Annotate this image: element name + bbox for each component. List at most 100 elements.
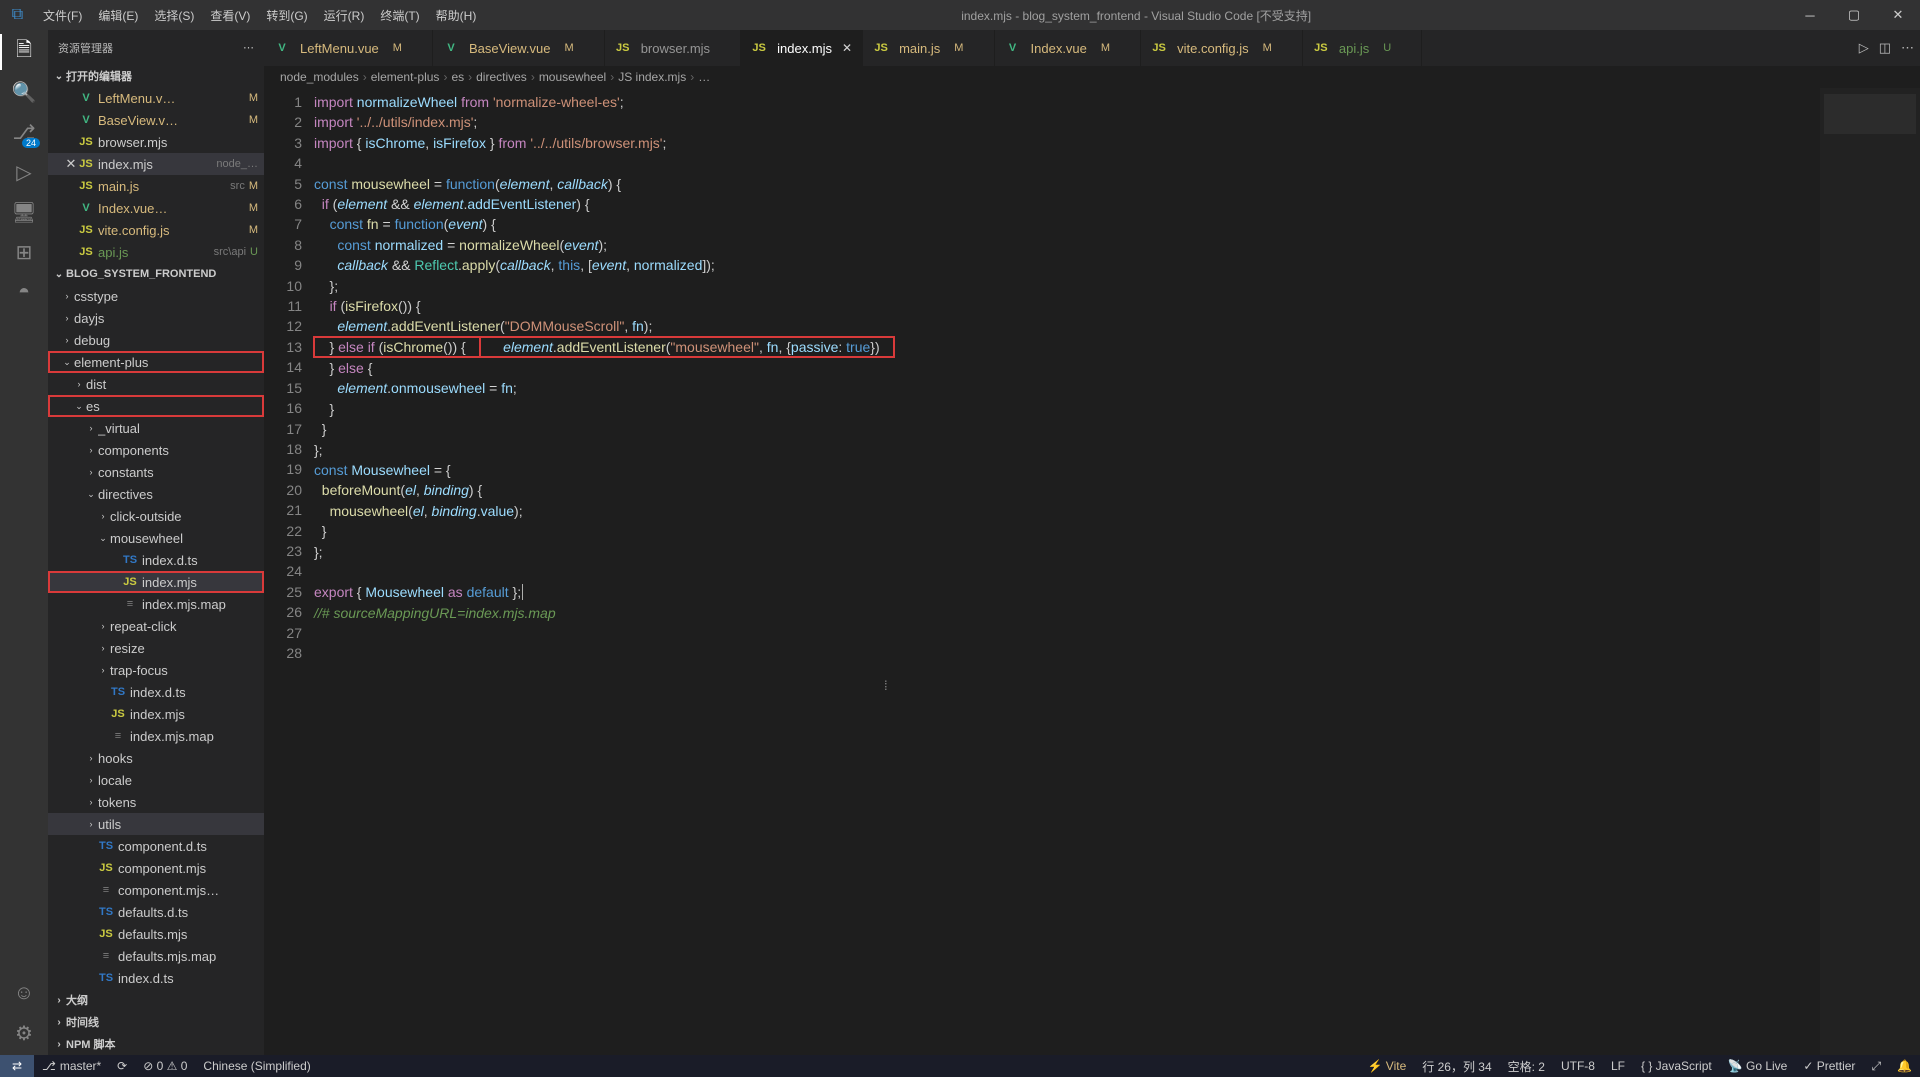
split-icon[interactable]: ◫ [1879,40,1891,56]
folder-item[interactable]: ›tokens [48,791,264,813]
editor-tab[interactable]: JSbrowser.mjs✕ [605,30,741,66]
open-editor-item[interactable]: JSvite.config.jsM [48,219,264,241]
breadcrumb-item[interactable]: element-plus [371,70,440,84]
go-live[interactable]: 📡 Go Live [1720,1059,1796,1073]
file-item[interactable]: ›JSindex.mjs [48,703,264,725]
code-editor[interactable]: 1234567891011121314151617181920212223242… [264,88,1920,1055]
minimap[interactable] [1820,88,1920,1055]
project-section[interactable]: ⌄ BLOG_SYSTEM_FRONTEND [48,263,264,285]
breadcrumb-item[interactable]: mousewheel [539,70,606,84]
editor-tab[interactable]: JSvite.config.jsM✕ [1141,30,1303,66]
open-editor-item[interactable]: ✕JSindex.mjsnode_… [48,153,264,175]
notifications-icon[interactable]: 🔔 [1889,1059,1920,1073]
folder-item[interactable]: ›dist [48,373,264,395]
folder-item[interactable]: ⌄element-plus [48,351,264,373]
breadcrumb-item[interactable]: JS index.mjs [618,70,686,84]
encoding[interactable]: UTF-8 [1553,1059,1603,1073]
file-item[interactable]: ›TSdefaults.d.ts [48,901,264,923]
file-item[interactable]: ›≡defaults.mjs.map [48,945,264,967]
file-item[interactable]: ›≡index.mjs.map [48,725,264,747]
eol[interactable]: LF [1603,1059,1633,1073]
menu-item[interactable]: 选择(S) [146,7,202,24]
explorer-icon[interactable]: 🗎 [10,38,38,66]
breadcrumb-item[interactable]: directives [476,70,527,84]
maximize-button[interactable]: ▢ [1832,0,1876,30]
file-item[interactable]: ›≡component.mjs… [48,879,264,901]
breadcrumb-item[interactable]: node_modules [280,70,359,84]
folder-item[interactable]: ›trap-focus [48,659,264,681]
folder-item[interactable]: ⌄directives [48,483,264,505]
file-item[interactable]: ›TSindex.d.ts [48,549,264,571]
close-button[interactable]: ✕ [1876,0,1920,30]
cursor-position[interactable]: 行 26，列 34 [1414,1058,1499,1075]
git-sync[interactable]: ⟳ [109,1059,135,1073]
file-item[interactable]: ›TSindex.d.ts [48,967,264,989]
menu-item[interactable]: 帮助(H) [428,7,485,24]
editor-tab[interactable]: JSindex.mjs✕ [741,30,863,66]
folder-item[interactable]: ›_virtual [48,417,264,439]
feedback-icon[interactable]: ⤢ [1863,1059,1889,1074]
more-icon[interactable]: ⋯ [243,41,254,54]
file-item[interactable]: ›≡index.mjs.map [48,593,264,615]
debug-icon[interactable]: ▷ [10,158,38,186]
search-icon[interactable]: 🔍 [10,78,38,106]
sidebar-section[interactable]: ›大纲 [48,989,264,1011]
language-mode[interactable]: { } JavaScript [1633,1059,1720,1073]
open-editor-item[interactable]: JSapi.jssrc\apiU [48,241,264,263]
indent[interactable]: 空格: 2 [1500,1058,1553,1075]
run-icon[interactable]: ▷ [1859,40,1869,56]
editor-tab[interactable]: VIndex.vueM✕ [995,30,1142,66]
problems[interactable]: ⊘ 0 ⚠ 0 [135,1059,195,1073]
folder-item[interactable]: ⌄es [48,395,264,417]
git-branch[interactable]: ⎇ master* [34,1059,109,1073]
editor-tab[interactable]: JSmain.jsM✕ [863,30,994,66]
menu-item[interactable]: 编辑(E) [90,7,146,24]
file-item[interactable]: ›TScomponent.d.ts [48,835,264,857]
breadcrumb-item[interactable]: es [451,70,464,84]
docker-icon[interactable]: ◓ [10,278,38,306]
more-icon[interactable]: ⋯ [1901,40,1914,56]
folder-item[interactable]: ›utils [48,813,264,835]
open-editor-item[interactable]: VBaseView.v…M [48,109,264,131]
folder-item[interactable]: ›resize [48,637,264,659]
editor-tab[interactable]: JSapi.jsU✕ [1303,30,1422,66]
account-icon[interactable]: ☺ [10,979,38,1007]
breadcrumb-item[interactable]: … [698,70,710,84]
menu-item[interactable]: 文件(F) [35,7,90,24]
folder-item[interactable]: ›components [48,439,264,461]
folder-item[interactable]: ›constants [48,461,264,483]
sidebar-section[interactable]: ›时间线 [48,1011,264,1033]
minimap-viewport[interactable] [1824,94,1916,134]
open-editor-item[interactable]: JSmain.jssrcM [48,175,264,197]
folder-item[interactable]: ›click-outside [48,505,264,527]
folder-item[interactable]: ›repeat-click [48,615,264,637]
open-editor-item[interactable]: VLeftMenu.v…M [48,87,264,109]
breadcrumbs[interactable]: node_modules›element-plus›es›directives›… [264,66,1920,88]
menu-item[interactable]: 转到(G) [258,7,315,24]
settings-gear-icon[interactable]: ⚙ [10,1019,38,1047]
menu-item[interactable]: 查看(V) [202,7,258,24]
vite-status[interactable]: ⚡ Vite [1360,1059,1415,1073]
close-icon[interactable]: ✕ [842,41,852,55]
prettier-status[interactable]: ✓ Prettier [1795,1059,1863,1073]
menu-item[interactable]: 终端(T) [372,7,427,24]
folder-item[interactable]: ›dayjs [48,307,264,329]
open-editor-item[interactable]: JSbrowser.mjs [48,131,264,153]
code-content[interactable]: import normalizeWheel from 'normalize-wh… [314,88,1920,1055]
open-editors-section[interactable]: ⌄ 打开的编辑器 [48,65,264,87]
scm-icon[interactable]: ⎇24 [10,118,38,146]
file-item[interactable]: ›JSdefaults.mjs [48,923,264,945]
menu-item[interactable]: 运行(R) [316,7,373,24]
file-item[interactable]: ›JScomponent.mjs [48,857,264,879]
sidebar-section[interactable]: ›NPM 脚本 [48,1033,264,1055]
language-ext[interactable]: Chinese (Simplified) [195,1059,318,1073]
folder-item[interactable]: ›locale [48,769,264,791]
folder-item[interactable]: ›hooks [48,747,264,769]
minimize-button[interactable]: ─ [1788,0,1832,30]
file-item[interactable]: ›JSindex.mjs [48,571,264,593]
folder-item[interactable]: ›debug [48,329,264,351]
folder-item[interactable]: ⌄mousewheel [48,527,264,549]
open-editor-item[interactable]: VIndex.vue…M [48,197,264,219]
editor-tab[interactable]: VBaseView.vueM✕ [433,30,605,66]
folder-item[interactable]: ›csstype [48,285,264,307]
